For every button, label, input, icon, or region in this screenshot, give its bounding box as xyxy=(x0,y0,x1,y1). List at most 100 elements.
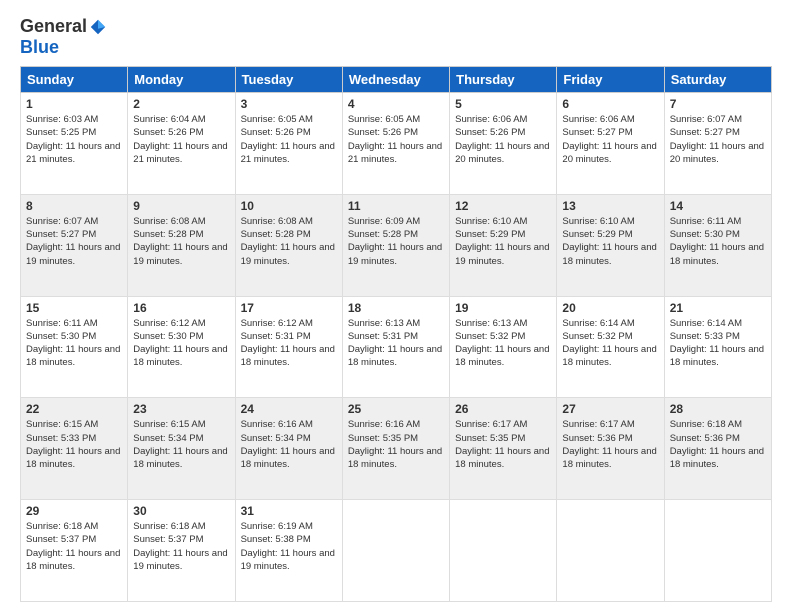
logo-icon xyxy=(89,18,107,36)
calendar-cell: 26 Sunrise: 6:17 AM Sunset: 5:35 PM Dayli… xyxy=(450,398,557,500)
header: General Blue xyxy=(20,16,772,58)
day-info: Sunrise: 6:10 AM Sunset: 5:29 PM Dayligh… xyxy=(455,215,551,268)
calendar-cell: 2 Sunrise: 6:04 AM Sunset: 5:26 PM Daylig… xyxy=(128,93,235,195)
calendar-cell xyxy=(342,500,449,602)
calendar-cell: 15Sunrise: 6:11 AM Sunset: 5:30 PM Dayli… xyxy=(21,296,128,398)
day-number: 13 xyxy=(562,199,658,213)
col-wednesday: Wednesday xyxy=(342,67,449,93)
day-info: Sunrise: 6:09 AM Sunset: 5:28 PM Dayligh… xyxy=(348,215,444,268)
day-info: Sunrise: 6:15 AM Sunset: 5:34 PM Dayligh… xyxy=(133,418,229,471)
day-info: Sunrise: 6:17 AM Sunset: 5:36 PM Dayligh… xyxy=(562,418,658,471)
day-number: 5 xyxy=(455,97,551,111)
calendar-cell: 22 Sunrise: 6:15 AM Sunset: 5:33 PM Dayli… xyxy=(21,398,128,500)
day-info: Sunrise: 6:17 AM Sunset: 5:35 PM Dayligh… xyxy=(455,418,551,471)
calendar-cell: 18Sunrise: 6:13 AM Sunset: 5:31 PM Dayli… xyxy=(342,296,449,398)
day-number: 20 xyxy=(562,301,658,315)
col-tuesday: Tuesday xyxy=(235,67,342,93)
day-number: 31 xyxy=(241,504,337,518)
day-number: 2 xyxy=(133,97,229,111)
day-number: 10 xyxy=(241,199,337,213)
day-number: 1 xyxy=(26,97,122,111)
day-number: 7 xyxy=(670,97,766,111)
day-info: Sunrise: 6:16 AM Sunset: 5:35 PM Dayligh… xyxy=(348,418,444,471)
day-info: Sunrise: 6:08 AM Sunset: 5:28 PM Dayligh… xyxy=(133,215,229,268)
day-number: 11 xyxy=(348,199,444,213)
day-number: 30 xyxy=(133,504,229,518)
calendar-cell: 6Sunrise: 6:06 AM Sunset: 5:27 PM Daylig… xyxy=(557,93,664,195)
calendar-cell: 21 Sunrise: 6:14 AM Sunset: 5:33 PM Dayli… xyxy=(664,296,771,398)
day-number: 4 xyxy=(348,97,444,111)
calendar-cell: 13 Sunrise: 6:10 AM Sunset: 5:29 PM Dayli… xyxy=(557,194,664,296)
calendar-row: 1 Sunrise: 6:03 AM Sunset: 5:25 PM Daylig… xyxy=(21,93,772,195)
col-monday: Monday xyxy=(128,67,235,93)
day-info: Sunrise: 6:10 AM Sunset: 5:29 PM Dayligh… xyxy=(562,215,658,268)
day-info: Sunrise: 6:13 AM Sunset: 5:32 PM Dayligh… xyxy=(455,317,551,370)
day-info: Sunrise: 6:18 AM Sunset: 5:37 PM Dayligh… xyxy=(133,520,229,573)
calendar-cell xyxy=(557,500,664,602)
calendar-row: 15Sunrise: 6:11 AM Sunset: 5:30 PM Dayli… xyxy=(21,296,772,398)
day-number: 6 xyxy=(562,97,658,111)
day-number: 19 xyxy=(455,301,551,315)
calendar-cell: 27 Sunrise: 6:17 AM Sunset: 5:36 PM Dayli… xyxy=(557,398,664,500)
day-info: Sunrise: 6:05 AM Sunset: 5:26 PM Dayligh… xyxy=(241,113,337,166)
calendar-row: 29 Sunrise: 6:18 AM Sunset: 5:37 PM Dayli… xyxy=(21,500,772,602)
col-saturday: Saturday xyxy=(664,67,771,93)
col-friday: Friday xyxy=(557,67,664,93)
calendar-cell: 8Sunrise: 6:07 AM Sunset: 5:27 PM Daylig… xyxy=(21,194,128,296)
calendar-cell: 14 Sunrise: 6:11 AM Sunset: 5:30 PM Dayli… xyxy=(664,194,771,296)
calendar-cell: 23 Sunrise: 6:15 AM Sunset: 5:34 PM Dayli… xyxy=(128,398,235,500)
day-info: Sunrise: 6:04 AM Sunset: 5:26 PM Dayligh… xyxy=(133,113,229,166)
day-number: 15 xyxy=(26,301,122,315)
day-info: Sunrise: 6:16 AM Sunset: 5:34 PM Dayligh… xyxy=(241,418,337,471)
calendar-cell xyxy=(664,500,771,602)
calendar-cell: 5Sunrise: 6:06 AM Sunset: 5:26 PM Daylig… xyxy=(450,93,557,195)
day-number: 12 xyxy=(455,199,551,213)
calendar-table: Sunday Monday Tuesday Wednesday Thursday… xyxy=(20,66,772,602)
day-info: Sunrise: 6:14 AM Sunset: 5:32 PM Dayligh… xyxy=(562,317,658,370)
calendar-cell: 20 Sunrise: 6:14 AM Sunset: 5:32 PM Dayli… xyxy=(557,296,664,398)
day-info: Sunrise: 6:13 AM Sunset: 5:31 PM Dayligh… xyxy=(348,317,444,370)
day-info: Sunrise: 6:07 AM Sunset: 5:27 PM Dayligh… xyxy=(670,113,766,166)
calendar-cell: 31 Sunrise: 6:19 AM Sunset: 5:38 PM Dayli… xyxy=(235,500,342,602)
calendar-page: General Blue Sunday Monday Tuesday Wedne… xyxy=(0,0,792,612)
day-info: Sunrise: 6:07 AM Sunset: 5:27 PM Dayligh… xyxy=(26,215,122,268)
day-info: Sunrise: 6:03 AM Sunset: 5:25 PM Dayligh… xyxy=(26,113,122,166)
logo: General Blue xyxy=(20,16,107,58)
calendar-cell: 29Sunrise: 6:18 AM Sunset: 5:37 PM Dayli… xyxy=(21,500,128,602)
day-number: 25 xyxy=(348,402,444,416)
day-info: Sunrise: 6:18 AM Sunset: 5:36 PM Dayligh… xyxy=(670,418,766,471)
calendar-cell: 17 Sunrise: 6:12 AM Sunset: 5:31 PM Dayli… xyxy=(235,296,342,398)
day-number: 9 xyxy=(133,199,229,213)
day-number: 16 xyxy=(133,301,229,315)
calendar-cell xyxy=(450,500,557,602)
logo-blue-text: Blue xyxy=(20,37,59,58)
day-info: Sunrise: 6:15 AM Sunset: 5:33 PM Dayligh… xyxy=(26,418,122,471)
day-number: 17 xyxy=(241,301,337,315)
day-info: Sunrise: 6:08 AM Sunset: 5:28 PM Dayligh… xyxy=(241,215,337,268)
calendar-cell: 11 Sunrise: 6:09 AM Sunset: 5:28 PM Dayli… xyxy=(342,194,449,296)
calendar-cell: 25 Sunrise: 6:16 AM Sunset: 5:35 PM Dayli… xyxy=(342,398,449,500)
day-number: 26 xyxy=(455,402,551,416)
day-number: 28 xyxy=(670,402,766,416)
calendar-cell: 7 Sunrise: 6:07 AM Sunset: 5:27 PM Daylig… xyxy=(664,93,771,195)
col-sunday: Sunday xyxy=(21,67,128,93)
calendar-row: 22 Sunrise: 6:15 AM Sunset: 5:33 PM Dayli… xyxy=(21,398,772,500)
day-number: 14 xyxy=(670,199,766,213)
day-number: 23 xyxy=(133,402,229,416)
calendar-cell: 24Sunrise: 6:16 AM Sunset: 5:34 PM Dayli… xyxy=(235,398,342,500)
logo-general-text: General xyxy=(20,16,87,37)
day-info: Sunrise: 6:14 AM Sunset: 5:33 PM Dayligh… xyxy=(670,317,766,370)
day-info: Sunrise: 6:12 AM Sunset: 5:31 PM Dayligh… xyxy=(241,317,337,370)
day-info: Sunrise: 6:19 AM Sunset: 5:38 PM Dayligh… xyxy=(241,520,337,573)
calendar-cell: 1 Sunrise: 6:03 AM Sunset: 5:25 PM Daylig… xyxy=(21,93,128,195)
day-number: 21 xyxy=(670,301,766,315)
calendar-cell: 9 Sunrise: 6:08 AM Sunset: 5:28 PM Daylig… xyxy=(128,194,235,296)
day-number: 27 xyxy=(562,402,658,416)
day-number: 3 xyxy=(241,97,337,111)
day-info: Sunrise: 6:11 AM Sunset: 5:30 PM Dayligh… xyxy=(670,215,766,268)
calendar-cell: 3 Sunrise: 6:05 AM Sunset: 5:26 PM Daylig… xyxy=(235,93,342,195)
day-number: 29 xyxy=(26,504,122,518)
day-number: 22 xyxy=(26,402,122,416)
calendar-cell: 4Sunrise: 6:05 AM Sunset: 5:26 PM Daylig… xyxy=(342,93,449,195)
col-thursday: Thursday xyxy=(450,67,557,93)
